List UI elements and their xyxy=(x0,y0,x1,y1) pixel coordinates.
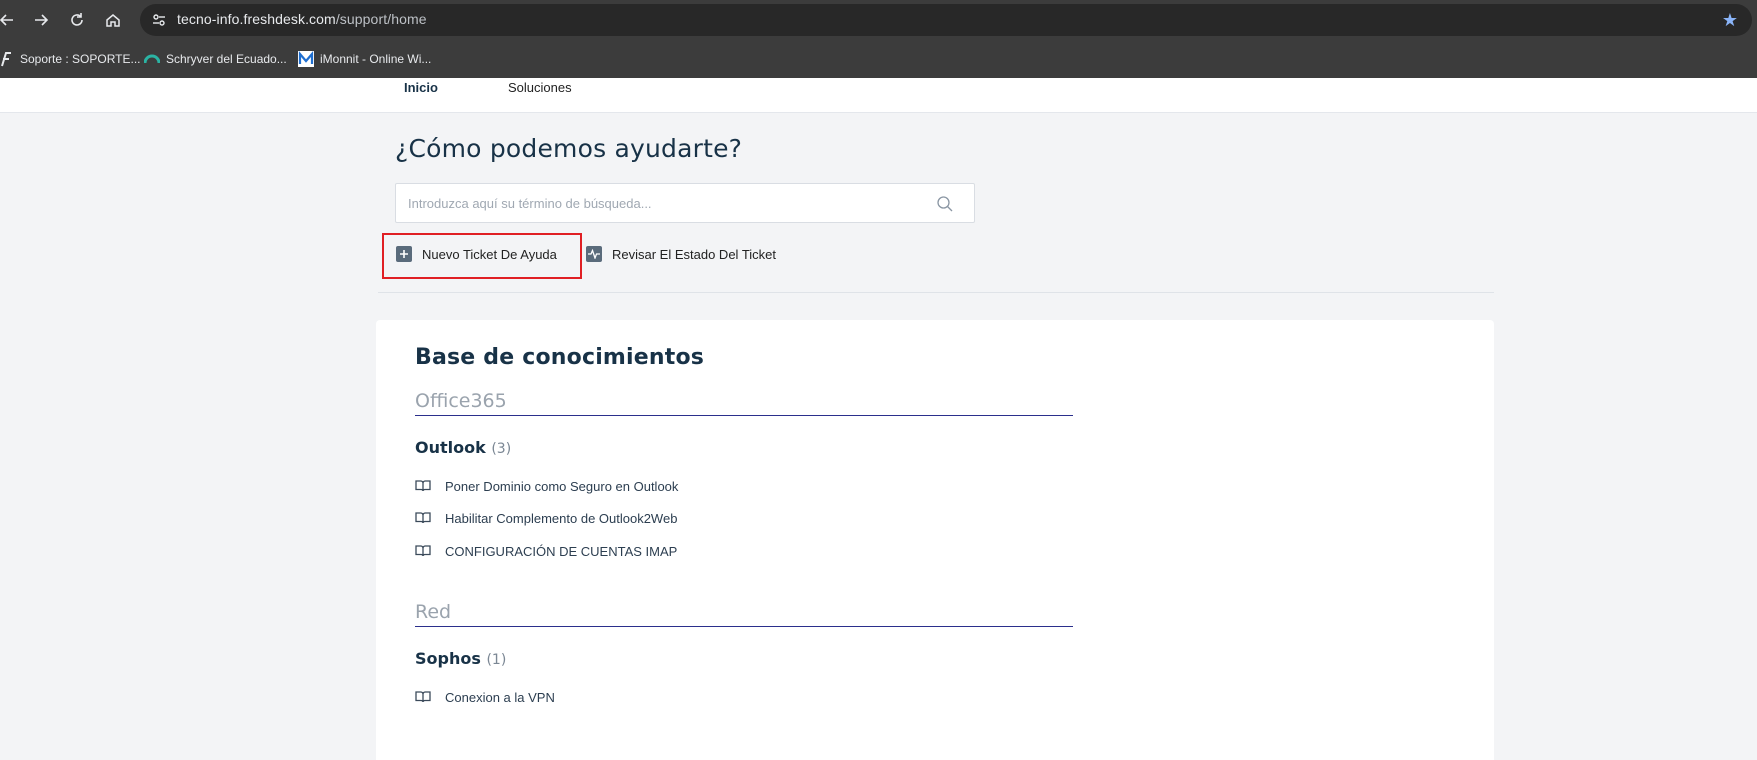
kb-title: Base de conocimientos xyxy=(415,345,705,370)
portal-nav: Inicio Soluciones xyxy=(0,78,1757,113)
forward-icon[interactable] xyxy=(30,9,52,31)
browser-toolbar: tecno-info.freshdesk.com/support/home ★ xyxy=(0,0,1757,41)
back-icon[interactable] xyxy=(0,9,18,31)
bookmark-star-icon[interactable]: ★ xyxy=(1720,10,1740,30)
imonnit-icon xyxy=(298,51,314,67)
book-icon xyxy=(415,479,431,493)
divider xyxy=(378,292,1494,293)
home-icon[interactable] xyxy=(102,9,124,31)
bookmark-item[interactable]: Schryver del Ecuado... xyxy=(144,49,287,69)
article-link[interactable]: Conexion a la VPN xyxy=(415,688,555,706)
category-red[interactable]: Red xyxy=(415,601,1073,627)
article-link[interactable]: Habilitar Complemento de Outlook2Web xyxy=(415,509,677,527)
schryver-icon xyxy=(144,51,160,67)
folder-label: Outlook xyxy=(415,438,486,457)
book-icon xyxy=(415,511,431,525)
address-bar[interactable]: tecno-info.freshdesk.com/support/home ★ xyxy=(140,4,1752,36)
folder-count: (1) xyxy=(486,652,507,668)
activity-icon xyxy=(586,246,602,262)
freshdesk-icon xyxy=(0,51,14,67)
folder-label: Sophos xyxy=(415,649,481,668)
category-label: Red xyxy=(415,601,452,623)
article-title: Conexion a la VPN xyxy=(445,689,555,705)
article-title: Habilitar Complemento de Outlook2Web xyxy=(445,510,678,526)
knowledge-base-card: Base de conocimientos Office365 Outlook … xyxy=(376,320,1115,760)
category-label: Office365 xyxy=(415,390,507,412)
url-domain: tecno-info.freshdesk.com xyxy=(177,11,336,27)
tab-soluciones[interactable]: Soluciones xyxy=(508,80,572,95)
search-icon[interactable] xyxy=(936,195,954,213)
page-title: ¿Cómo podemos ayudarte? xyxy=(395,134,743,163)
book-icon xyxy=(415,690,431,704)
article-title: Poner Dominio como Seguro en Outlook xyxy=(445,478,679,494)
book-icon xyxy=(415,544,431,558)
tab-inicio[interactable]: Inicio xyxy=(404,80,438,95)
bookmark-label: Soporte : SOPORTE... xyxy=(20,52,141,66)
category-office365[interactable]: Office365 xyxy=(415,390,1073,416)
bookmark-item[interactable]: iMonnit - Online Wi... xyxy=(298,49,431,69)
check-ticket-status-button[interactable]: Revisar El Estado Del Ticket xyxy=(586,243,776,265)
bookmark-item[interactable]: Soporte : SOPORTE... xyxy=(0,49,141,69)
folder-count: (3) xyxy=(491,441,512,457)
article-link[interactable]: CONFIGURACIÓN DE CUENTAS IMAP xyxy=(415,542,677,560)
check-status-label: Revisar El Estado Del Ticket xyxy=(612,246,777,262)
article-title: CONFIGURACIÓN DE CUENTAS IMAP xyxy=(445,543,678,559)
url-text: tecno-info.freshdesk.com/support/home xyxy=(177,11,427,27)
folder-outlook[interactable]: Outlook (3) xyxy=(415,438,511,457)
sidebar-card xyxy=(1114,320,1494,760)
folder-sophos[interactable]: Sophos (1) xyxy=(415,649,506,668)
url-path: /support/home xyxy=(335,11,427,27)
highlight-box xyxy=(382,233,582,279)
search-input[interactable] xyxy=(408,194,928,212)
reload-icon[interactable] xyxy=(66,9,88,31)
bookmark-label: Schryver del Ecuado... xyxy=(166,52,287,66)
bookmarks-bar: Soporte : SOPORTE... Schryver del Ecuado… xyxy=(0,41,1757,78)
bookmark-label: iMonnit - Online Wi... xyxy=(320,52,432,66)
site-info-icon[interactable] xyxy=(150,11,168,29)
article-link[interactable]: Poner Dominio como Seguro en Outlook xyxy=(415,477,678,495)
search-box xyxy=(395,183,975,223)
